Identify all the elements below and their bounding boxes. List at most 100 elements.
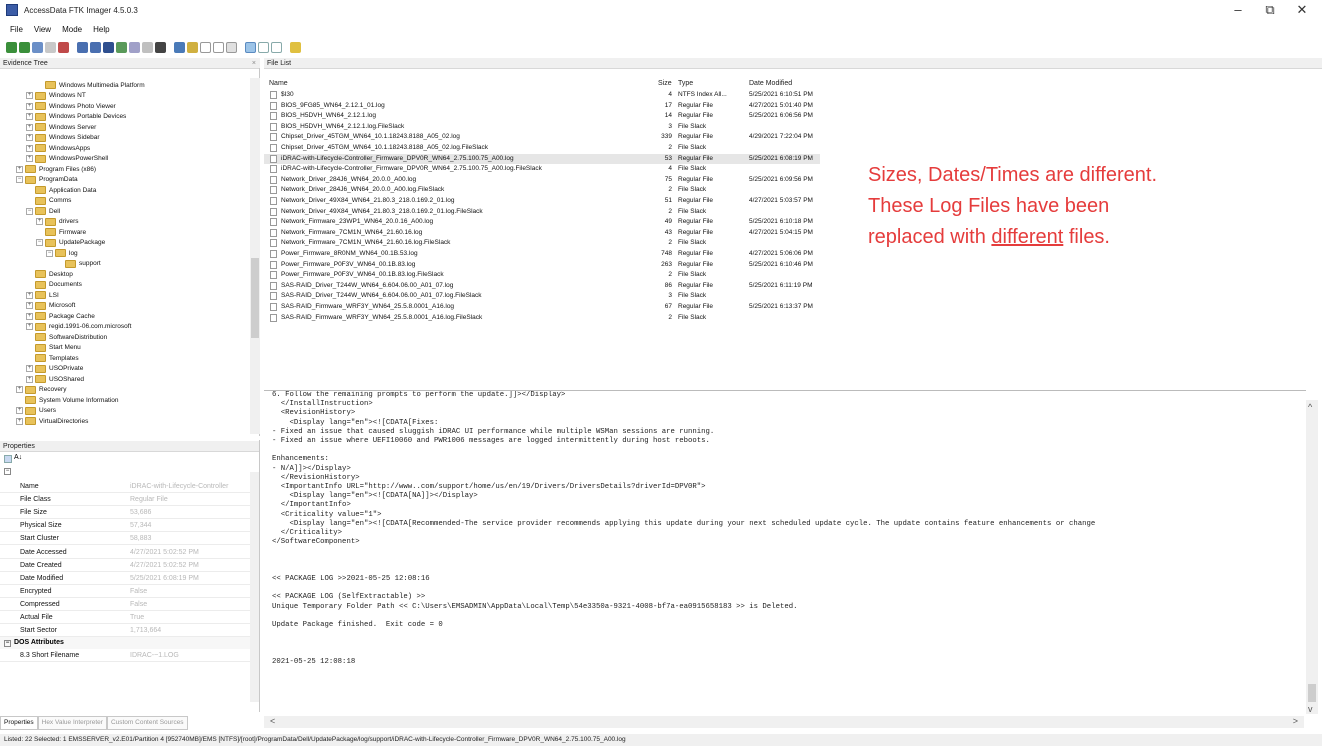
file-row[interactable]: Network_Driver_284J6_WN64_20.0.0_A00.log… xyxy=(264,175,820,186)
restore-button[interactable]: ⧉ xyxy=(1255,2,1285,18)
file-row[interactable]: Network_Driver_284J6_WN64_20.0.0_A00.log… xyxy=(264,185,820,196)
collapse-icon[interactable]: − xyxy=(16,176,23,183)
menu-file[interactable]: File xyxy=(10,25,23,34)
property-row[interactable]: Start Sector 1,713,664 xyxy=(0,624,250,638)
add-evidence-icon[interactable] xyxy=(6,41,17,53)
export-files-icon[interactable] xyxy=(200,41,211,53)
edit-custom-content-icon[interactable] xyxy=(142,41,153,53)
help-icon[interactable] xyxy=(290,41,301,53)
expand-icon[interactable]: + xyxy=(16,417,23,425)
file-row[interactable]: Chipset_Driver_45TGM_WN64_10.1.18243.818… xyxy=(264,132,820,143)
viewer-scrollbar[interactable]: ^ v xyxy=(1306,400,1318,714)
file-row[interactable]: Power_Firmware_P0F3V_WN64_00.1B.83.log 26… xyxy=(264,260,820,271)
file-row[interactable]: iDRAC-with-Lifecycle-Controller_Firmware… xyxy=(264,164,820,175)
tree-item[interactable]: + VirtualDirectories xyxy=(16,416,88,426)
property-row[interactable]: 8.3 Short Filename IDRAC-~1.LOG xyxy=(0,649,250,663)
expand-icon[interactable]: + xyxy=(26,312,33,320)
tree-scroll-thumb[interactable] xyxy=(251,258,259,338)
tree-item[interactable]: + Users xyxy=(16,406,56,416)
tree-item[interactable]: Comms xyxy=(26,196,71,206)
column-name[interactable]: Name xyxy=(269,80,288,90)
tree-item[interactable]: + Windows Photo Viewer xyxy=(26,101,116,111)
expand-icon[interactable]: + xyxy=(26,113,33,120)
property-row[interactable]: Date Created 4/27/2021 5:02:52 PM xyxy=(0,559,250,572)
export-disk-image-icon[interactable] xyxy=(90,41,101,53)
expand-icon[interactable]: + xyxy=(16,407,23,414)
collapse-icon[interactable]: − xyxy=(36,239,43,246)
menu-mode[interactable]: Mode xyxy=(62,25,82,34)
tree-item[interactable]: Desktop xyxy=(26,269,73,279)
tree-item[interactable]: + Windows Portable Devices xyxy=(26,112,126,122)
file-row[interactable]: Network_Firmware_7CM1N_WN64_21.60.16.log… xyxy=(264,228,820,239)
tab-custom-content-sources[interactable]: Custom Content Sources xyxy=(106,716,188,730)
tree-item[interactable]: + Windows Sidebar xyxy=(26,133,100,143)
tree-item[interactable]: Firmware xyxy=(36,227,86,237)
expand-icon[interactable]: + xyxy=(26,302,33,309)
minimize-button[interactable]: – xyxy=(1223,2,1253,18)
tree-item[interactable]: Documents xyxy=(26,280,82,290)
column-type[interactable]: Type xyxy=(678,80,693,90)
remove-custom-content-icon[interactable] xyxy=(155,41,166,53)
file-row[interactable]: SAS-RAID_Firmware_WRF3Y_WN64_25.5.8.0001… xyxy=(264,302,820,313)
expand-icon[interactable]: + xyxy=(26,134,33,141)
expand-icon[interactable]: + xyxy=(16,386,23,393)
tree-item[interactable]: − UpdatePackage xyxy=(36,238,105,248)
collapse-icon[interactable]: − xyxy=(4,468,11,475)
file-row[interactable]: iDRAC-with-Lifecycle-Controller_Firmware… xyxy=(264,153,820,165)
tree-item[interactable]: + Windows NT xyxy=(26,91,86,101)
tree-item[interactable]: − log xyxy=(46,248,78,258)
tab-hex-value-interpreter[interactable]: Hex Value Interpreter xyxy=(37,716,107,730)
file-row[interactable]: SAS-RAID_Driver_T244W_WN64_6.604.06.00_A… xyxy=(264,291,820,302)
viewer-hscrollbar[interactable]: < > xyxy=(264,716,1304,728)
property-row[interactable]: Compressed False xyxy=(0,598,250,611)
tree-item[interactable]: − ProgramData xyxy=(16,175,78,185)
image-mounting-icon[interactable] xyxy=(32,41,43,53)
property-row[interactable]: Date Accessed 4/27/2021 5:02:52 PM xyxy=(0,546,250,559)
file-row[interactable]: Network_Driver_49X84_WN64_21.80.3_218.0.… xyxy=(264,196,820,207)
file-row[interactable]: Network_Driver_49X84_WN64_21.80.3_218.0.… xyxy=(264,207,820,218)
property-group-dos-attributes[interactable]: − DOS Attributes xyxy=(0,637,250,650)
tree-item[interactable]: + regid.1991-06.com.microsoft xyxy=(26,322,131,332)
export-hash-list-icon[interactable] xyxy=(213,41,224,53)
tree-item[interactable]: + Recovery xyxy=(16,385,66,395)
property-row[interactable]: Actual File True xyxy=(0,611,250,624)
file-row[interactable]: Network_Firmware_7CM1N_WN64_21.60.16.log… xyxy=(264,238,820,249)
expand-icon[interactable]: + xyxy=(26,144,33,152)
capture-memory-icon[interactable] xyxy=(187,41,198,53)
tree-item[interactable]: support xyxy=(56,259,101,269)
auto-view-icon[interactable] xyxy=(245,41,256,53)
property-row[interactable]: Name iDRAC-with-Lifecycle-Controller xyxy=(0,480,250,493)
tree-item[interactable]: + USOShared xyxy=(26,374,84,384)
tree-scrollbar[interactable] xyxy=(250,78,260,434)
tree-item[interactable]: System Volume Information xyxy=(16,395,118,405)
tree-item[interactable]: + drivers xyxy=(36,217,79,227)
close-button[interactable]: ✕ xyxy=(1287,2,1317,18)
expand-icon[interactable]: + xyxy=(26,155,33,162)
property-row[interactable]: File Class Regular File xyxy=(0,493,250,507)
scroll-right-icon[interactable]: > xyxy=(1293,716,1298,726)
categorized-icon[interactable] xyxy=(4,455,12,463)
property-row[interactable]: Date Modified 5/25/2021 6:08:19 PM xyxy=(0,572,250,585)
collapse-icon[interactable]: − xyxy=(46,249,53,257)
export-logical-image-icon[interactable] xyxy=(103,41,114,53)
tree-item[interactable]: Start Menu xyxy=(26,343,81,353)
expand-icon[interactable]: + xyxy=(16,165,23,173)
tree-item[interactable]: + Program Files (x86) xyxy=(16,164,96,174)
expand-icon[interactable]: + xyxy=(26,365,33,372)
column-size[interactable]: Size xyxy=(658,80,672,90)
file-row[interactable]: Chipset_Driver_45TGM_WN64_10.1.18243.818… xyxy=(264,143,820,154)
property-row[interactable]: Start Cluster 58,883 xyxy=(0,532,250,546)
menu-help[interactable]: Help xyxy=(93,25,109,34)
tree-item[interactable]: Templates xyxy=(26,353,79,363)
expand-icon[interactable]: + xyxy=(26,291,33,299)
remove-evidence-icon[interactable] xyxy=(45,41,56,53)
text-view-icon[interactable] xyxy=(258,41,269,53)
file-row[interactable]: SAS-RAID_Driver_T244W_WN64_6.604.06.00_A… xyxy=(264,281,820,292)
expand-icon[interactable]: + xyxy=(26,123,33,131)
column-date-modified[interactable]: Date Modified xyxy=(749,80,792,90)
collapse-icon[interactable]: − xyxy=(4,640,11,648)
file-row[interactable]: SAS-RAID_Firmware_WRF3Y_WN64_25.5.8.0001… xyxy=(264,313,820,324)
tree-item[interactable]: + USOPrivate xyxy=(26,364,83,374)
menu-view[interactable]: View xyxy=(34,25,51,34)
file-row[interactable]: $I30 4 NTFS Index All... 5/25/2021 6:10:51 … xyxy=(264,90,820,101)
